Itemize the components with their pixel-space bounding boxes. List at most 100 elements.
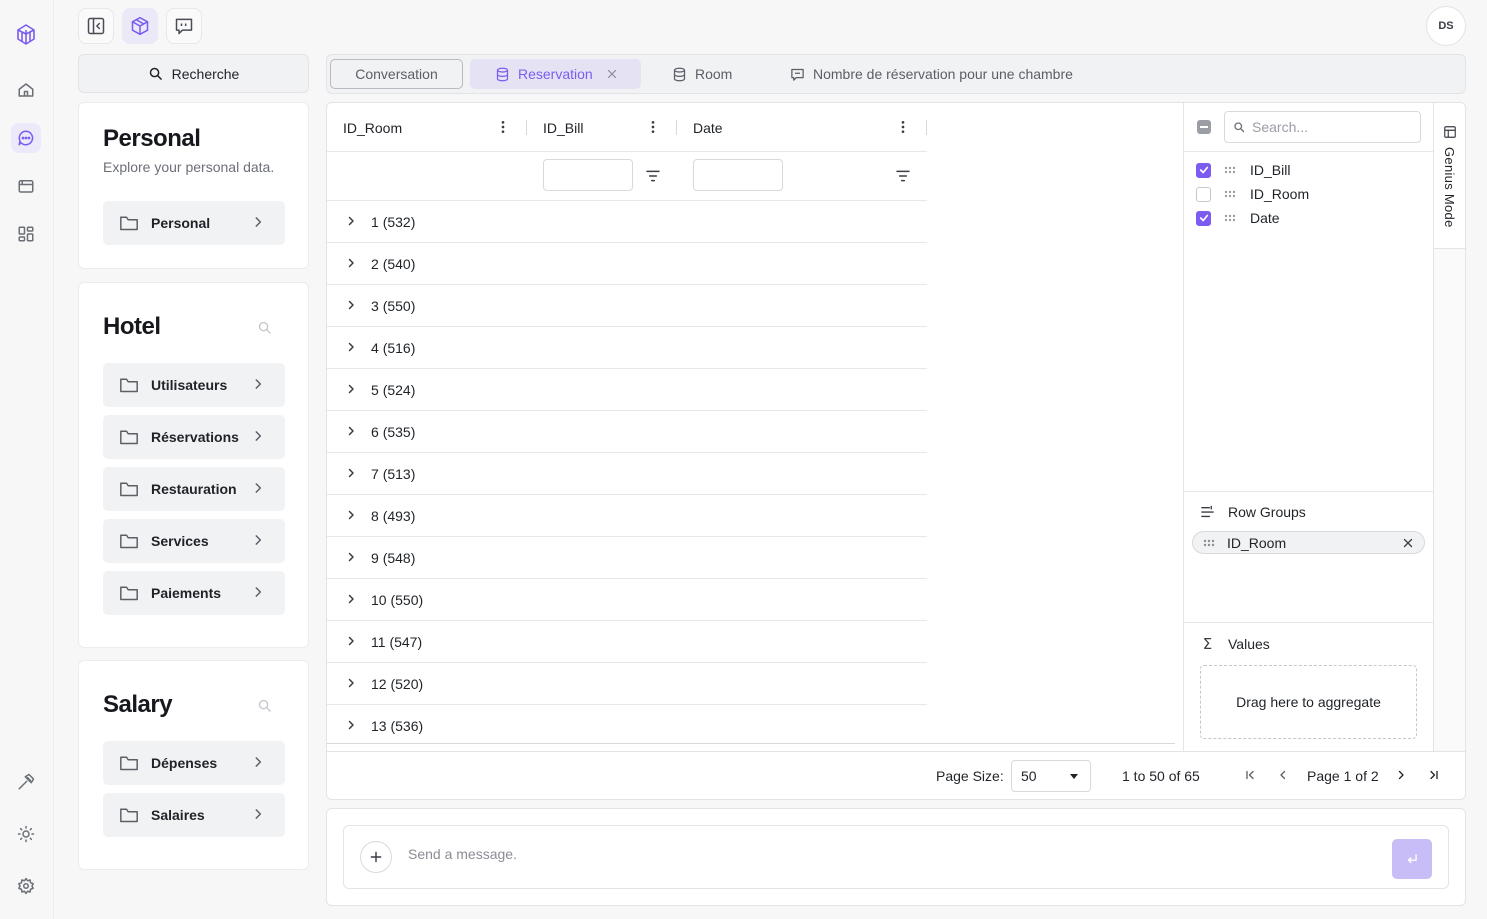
first-page-icon[interactable]: [1244, 769, 1256, 781]
group-row[interactable]: 7 (513): [327, 453, 927, 495]
expand-chevron-icon[interactable]: [345, 719, 357, 731]
last-page-icon[interactable]: [1428, 769, 1440, 781]
drag-handle-icon[interactable]: [1224, 166, 1236, 174]
remove-chip-icon[interactable]: [1402, 537, 1414, 549]
group-row[interactable]: 11 (547): [327, 621, 927, 663]
date-filter-input[interactable]: [693, 159, 783, 191]
chat-icon[interactable]: [11, 123, 41, 153]
data-cube-button[interactable]: [122, 8, 158, 44]
collapse-sidebar-button[interactable]: [78, 8, 114, 44]
folder-icon: [120, 534, 138, 549]
expand-chevron-icon[interactable]: [345, 257, 357, 269]
group-row[interactable]: 13 (536): [327, 705, 927, 747]
folder-paiements[interactable]: Paiements: [103, 571, 285, 615]
group-row[interactable]: 12 (520): [327, 663, 927, 705]
personal-section: Personal Explore your personal data. Per…: [78, 102, 309, 269]
horizontal-scrollbar[interactable]: [327, 743, 1175, 744]
column-menu-icon[interactable]: [895, 119, 911, 135]
expand-chevron-icon[interactable]: [345, 425, 357, 437]
search-icon[interactable]: [257, 320, 272, 335]
aggregate-drop-zone[interactable]: Drag here to aggregate: [1200, 665, 1417, 739]
expand-chevron-icon[interactable]: [345, 383, 357, 395]
database-icon: [496, 67, 509, 81]
page-size-label: Page Size:: [936, 768, 1004, 784]
dashboard-grid-icon[interactable]: [11, 219, 41, 249]
sun-icon[interactable]: [11, 819, 41, 849]
settings-gear-icon[interactable]: [11, 871, 41, 901]
search-button[interactable]: Recherche: [78, 54, 309, 93]
genius-mode-tab[interactable]: Genius Mode: [1433, 103, 1465, 249]
expand-chevron-icon[interactable]: [345, 215, 357, 227]
group-row[interactable]: 5 (524): [327, 369, 927, 411]
column-item-date[interactable]: Date: [1196, 208, 1280, 228]
expand-chevron-icon[interactable]: [345, 467, 357, 479]
tab-room[interactable]: Room: [672, 59, 732, 89]
page-indicator: Page 1 of 2: [1307, 768, 1379, 784]
quote-message-button[interactable]: [166, 8, 202, 44]
group-row[interactable]: 6 (535): [327, 411, 927, 453]
folder-utilisateurs[interactable]: Utilisateurs: [103, 363, 285, 407]
folder-depenses[interactable]: Dépenses: [103, 741, 285, 785]
message-input[interactable]: [408, 846, 1308, 862]
expand-chevron-icon[interactable]: [345, 635, 357, 647]
data-grid: ID_Room ID_Bill Date 1 (532) 2 (540) 3 (…: [326, 102, 1466, 800]
column-menu-icon[interactable]: [645, 119, 661, 135]
select-all-checkbox[interactable]: [1197, 120, 1211, 134]
group-row[interactable]: 10 (550): [327, 579, 927, 621]
tab-conversation[interactable]: Conversation: [330, 59, 463, 89]
column-item-id-bill[interactable]: ID_Bill: [1196, 160, 1290, 180]
drag-handle-icon[interactable]: [1203, 539, 1215, 547]
folder-personal[interactable]: Personal: [103, 201, 285, 245]
page-size-select[interactable]: 50: [1011, 760, 1091, 792]
chevron-right-icon: [255, 431, 262, 441]
folder-services[interactable]: Services: [103, 519, 285, 563]
drag-handle-icon[interactable]: [1224, 214, 1236, 222]
folder-restauration[interactable]: Restauration: [103, 467, 285, 511]
app-logo-icon[interactable]: [11, 19, 41, 49]
hammer-icon[interactable]: [11, 767, 41, 797]
expand-chevron-icon[interactable]: [345, 299, 357, 311]
next-page-icon[interactable]: [1395, 769, 1407, 781]
group-row[interactable]: 4 (516): [327, 327, 927, 369]
search-icon[interactable]: [257, 698, 272, 713]
home-icon[interactable]: [11, 75, 41, 105]
send-button[interactable]: [1392, 839, 1432, 879]
group-key: 8: [371, 507, 379, 524]
expand-chevron-icon[interactable]: [345, 551, 357, 563]
column-checkbox[interactable]: [1196, 162, 1211, 178]
id-bill-filter-input[interactable]: [543, 159, 633, 191]
user-avatar[interactable]: DS: [1426, 6, 1466, 46]
browser-window-icon[interactable]: [11, 171, 41, 201]
column-header-date[interactable]: Date: [693, 103, 723, 152]
column-header-id-room[interactable]: ID_Room: [343, 103, 402, 152]
column-menu-icon[interactable]: [495, 119, 511, 135]
expand-chevron-icon[interactable]: [345, 677, 357, 689]
group-row[interactable]: 3 (550): [327, 285, 927, 327]
plus-icon: [370, 851, 382, 863]
folder-reservations[interactable]: Réservations: [103, 415, 285, 459]
column-checkbox[interactable]: [1196, 210, 1211, 226]
folder-salaires[interactable]: Salaires: [103, 793, 285, 837]
column-item-id-room[interactable]: ID_Room: [1196, 184, 1309, 204]
expand-chevron-icon[interactable]: [345, 341, 357, 353]
previous-page-icon[interactable]: [1277, 769, 1289, 781]
folder-label: Dépenses: [151, 755, 218, 771]
expand-chevron-icon[interactable]: [345, 593, 357, 605]
group-row[interactable]: 8 (493): [327, 495, 927, 537]
column-header-id-bill[interactable]: ID_Bill: [543, 103, 583, 152]
column-checkbox[interactable]: [1196, 186, 1211, 202]
check-icon: [1199, 214, 1208, 222]
expand-chevron-icon[interactable]: [345, 509, 357, 521]
tab-nombre-reservation[interactable]: Nombre de réservation pour une chambre: [790, 59, 1073, 89]
attach-button[interactable]: [360, 841, 392, 873]
drag-handle-icon[interactable]: [1224, 190, 1236, 198]
tab-reservation[interactable]: Reservation: [470, 59, 641, 89]
group-row[interactable]: 9 (548): [327, 537, 927, 579]
filter-icon[interactable]: [895, 169, 911, 183]
column-search-input[interactable]: Search...: [1224, 111, 1421, 143]
row-group-chip[interactable]: ID_Room: [1192, 531, 1425, 554]
group-row[interactable]: 1 (532): [327, 201, 927, 243]
close-tab-icon[interactable]: [606, 68, 618, 80]
group-row[interactable]: 2 (540): [327, 243, 927, 285]
filter-icon[interactable]: [645, 169, 661, 183]
